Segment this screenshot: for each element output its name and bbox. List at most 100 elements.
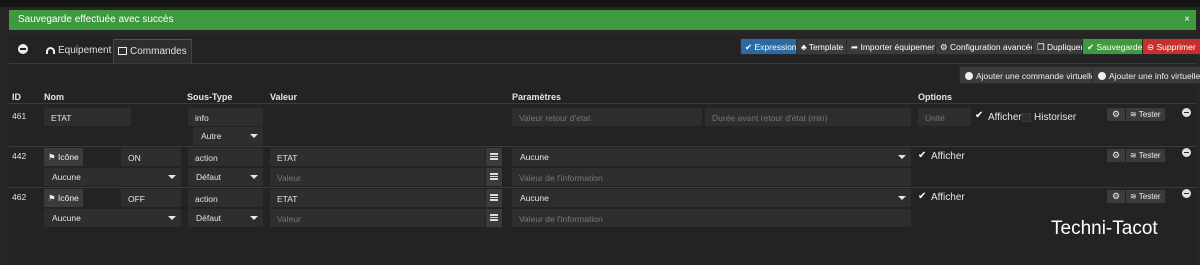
historiser-checkbox[interactable] — [1022, 113, 1031, 122]
row-442-tester-label: Tester — [1138, 151, 1161, 160]
row-461-type-input[interactable]: info — [188, 108, 263, 126]
col-options: Options — [918, 92, 952, 102]
row-461-name-input[interactable]: ETAT — [44, 108, 131, 126]
row-462-param-value: Aucune — [520, 193, 549, 203]
rss-icon: ≋ — [1130, 151, 1139, 160]
row-442-subtype-value: Défaut — [196, 172, 222, 182]
rss-icon: ≋ — [1130, 192, 1139, 201]
row-462-icon-button[interactable]: ⚑ Icône — [44, 189, 83, 207]
col-params: Paramètres — [512, 92, 562, 102]
row-461-return-delay-input[interactable]: Durée avant retour d'état (min) — [705, 108, 911, 126]
chevron-down-icon — [250, 134, 258, 138]
row-separator — [9, 146, 1196, 147]
row-442-linked-value: Aucune — [52, 172, 81, 182]
row-442-subtype-select[interactable]: Défaut — [188, 168, 263, 186]
import-label: Importer équipement — [860, 42, 939, 52]
watermark-text: Techni-Tacot — [1051, 218, 1158, 239]
row-442-value-input[interactable]: ETAT — [270, 148, 485, 166]
import-button[interactable]: ➦ Importer équipement — [846, 38, 944, 55]
row-461-afficher-label: Afficher — [988, 112, 1022, 123]
row-442-info-input[interactable]: Valeur de l'information — [512, 168, 911, 186]
success-alert: Sauvegarde effectuée avec succès × — [9, 10, 1196, 30]
save-button[interactable]: ✔ Sauvegarder — [1082, 38, 1151, 55]
flag-icon: ⚑ — [48, 193, 58, 203]
add-virtual-info-button[interactable]: Ajouter une info virtuelle — [1092, 66, 1200, 84]
row-462-linked-select[interactable]: Aucune — [44, 209, 181, 227]
cogs-icon: ⚙ — [940, 42, 950, 52]
row-461-return-value-input[interactable]: Valeur retour d'état — [512, 108, 702, 126]
row-462-info-input[interactable]: Valeur de l'information — [512, 209, 911, 227]
list-icon[interactable] — [486, 189, 502, 207]
row-462-valeur-input[interactable]: Valeur — [270, 209, 485, 227]
row-442-type-input[interactable]: action — [188, 148, 263, 166]
chevron-down-icon — [898, 196, 906, 200]
row-442-param-value: Aucune — [520, 152, 549, 162]
chevron-down-icon — [168, 216, 176, 220]
row-462-param-select[interactable]: Aucune — [512, 189, 911, 207]
header-separator — [9, 103, 1196, 104]
rss-icon: ≋ — [1130, 110, 1139, 119]
tab-divider — [9, 63, 1196, 64]
row-462-name-input[interactable]: OFF — [121, 189, 181, 207]
row-442-id: 442 — [12, 151, 27, 161]
afficher-checkbox[interactable]: ✔ — [918, 150, 926, 161]
row-462-subtype-value: Défaut — [196, 213, 222, 223]
list-icon — [118, 47, 127, 55]
chevron-down-icon — [168, 175, 176, 179]
row-461-tester-button[interactable]: ≋ Tester — [1126, 108, 1165, 121]
row-461-config-icon[interactable]: ⚙ — [1107, 108, 1125, 121]
save-label: Sauvegarder — [1096, 42, 1146, 52]
row-462-tester-button[interactable]: ≋ Tester — [1126, 190, 1165, 203]
col-subtype: Sous-Type — [187, 92, 233, 102]
tab-equipment[interactable]: Equipement — [42, 39, 115, 63]
expression-label: Expression — [754, 42, 797, 52]
col-name: Nom — [44, 92, 64, 102]
row-462-config-icon[interactable]: ⚙ — [1107, 190, 1125, 203]
expression-button[interactable]: ✔ Expression — [740, 38, 802, 55]
delete-button[interactable]: ⊖ Supprimer — [1142, 38, 1200, 55]
row-461-remove-icon[interactable] — [1182, 108, 1191, 117]
row-461-subtype-select[interactable]: Autre — [193, 127, 263, 145]
close-icon[interactable]: × — [1184, 10, 1190, 30]
afficher-checkbox[interactable]: ✔ — [918, 191, 926, 202]
row-462-type-input[interactable]: action — [188, 189, 263, 207]
row-462-afficher-label: Afficher — [931, 192, 965, 203]
row-442-config-icon[interactable]: ⚙ — [1107, 149, 1125, 162]
advanced-config-label: Configuration avancée — [949, 42, 1036, 52]
chevron-down-icon — [250, 175, 258, 179]
alert-text: Sauvegarde effectuée avec succès — [18, 14, 174, 25]
row-442-name-input[interactable]: ON — [121, 148, 181, 166]
list-icon[interactable] — [486, 168, 502, 186]
row-461-tester-label: Tester — [1138, 110, 1161, 119]
row-462-value-input[interactable]: ETAT — [270, 189, 485, 207]
row-442-param-select[interactable]: Aucune — [512, 148, 911, 166]
add-command-label: Ajouter une commande virtuelle — [976, 71, 1096, 81]
duplicate-label: Dupliquer — [1046, 42, 1084, 52]
flag-icon: ⚑ — [48, 152, 58, 162]
row-442-tester-button[interactable]: ≋ Tester — [1126, 149, 1165, 162]
row-442-valeur-input[interactable]: Valeur — [270, 168, 485, 186]
add-virtual-command-button[interactable]: Ajouter une commande virtuelle — [959, 66, 1102, 84]
row-462-remove-icon[interactable] — [1182, 189, 1191, 198]
row-442-icon-button[interactable]: ⚑ Icône — [44, 148, 83, 166]
back-tab[interactable] — [14, 39, 32, 63]
afficher-checkbox[interactable]: ✔ — [975, 110, 983, 121]
row-separator — [9, 187, 1196, 188]
col-value: Valeur — [270, 92, 298, 102]
template-label: Template — [808, 42, 844, 52]
dashboard-icon — [46, 47, 55, 54]
copy-icon: ❐ — [1037, 42, 1047, 52]
row-442-linked-select[interactable]: Aucune — [44, 168, 181, 186]
row-461-historiser-label: Historiser — [1034, 112, 1077, 123]
template-button[interactable]: ♣ Template — [796, 38, 849, 55]
add-info-label: Ajouter une info virtuelle — [1109, 71, 1200, 81]
advanced-config-button[interactable]: ⚙ Configuration avancée — [935, 38, 1041, 55]
duplicate-button[interactable]: ❐ Dupliquer — [1032, 38, 1089, 55]
list-icon[interactable] — [486, 209, 502, 227]
row-442-remove-icon[interactable] — [1182, 148, 1191, 157]
list-icon[interactable] — [486, 148, 502, 166]
tab-commands[interactable]: Commandes — [113, 39, 192, 63]
row-462-subtype-select[interactable]: Défaut — [188, 209, 263, 227]
row-461-unit-input[interactable]: Unité — [918, 108, 971, 126]
tab-commands-label: Commandes — [130, 46, 187, 57]
